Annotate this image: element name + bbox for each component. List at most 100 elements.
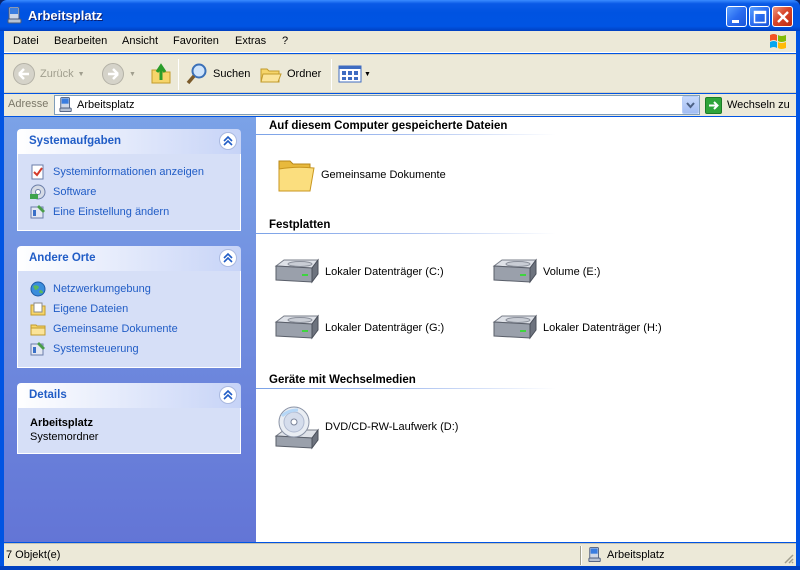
other-places-body: Netzwerkumgebung Eigene Dateien Gemeinsa… — [17, 271, 241, 368]
maximize-button[interactable] — [749, 6, 770, 27]
group-heading-stored-files: Auf diesem Computer gespeicherte Dateien — [269, 120, 508, 132]
group-heading-removable: Geräte mit Wechselmedien — [269, 374, 416, 386]
task-pane: Systemaufgaben Systeminformationen anzei… — [4, 117, 256, 542]
place-label: Gemeinsame Dokumente — [53, 323, 178, 335]
up-button[interactable] — [150, 59, 172, 89]
place-network[interactable]: Netzwerkumgebung — [30, 279, 240, 299]
explorer-window: Arbeitsplatz Datei Bearbeiten Ansicht Fa… — [0, 0, 800, 570]
item-drive-e[interactable]: Volume (E:) — [490, 256, 600, 288]
windows-logo-icon — [770, 34, 786, 49]
network-globe-icon — [30, 281, 46, 297]
other-places-header[interactable]: Andere Orte — [17, 246, 241, 271]
resize-grip-icon[interactable] — [782, 552, 794, 564]
item-label: Lokaler Datenträger (C:) — [325, 266, 444, 278]
hard-drive-icon — [492, 258, 537, 284]
minimize-icon — [732, 20, 739, 23]
maximize-icon — [753, 10, 767, 24]
back-button[interactable]: Zurück ▼ — [12, 59, 85, 89]
close-icon — [777, 11, 789, 23]
status-location-label: Arbeitsplatz — [607, 549, 665, 561]
menu-file[interactable]: Datei — [13, 35, 39, 47]
task-label: Software — [53, 186, 97, 198]
menu-edit[interactable]: Bearbeiten — [54, 35, 107, 47]
item-drive-g[interactable]: Lokaler Datenträger (G:) — [272, 312, 444, 344]
control-panel-icon — [30, 342, 45, 356]
back-dropdown-icon[interactable]: ▼ — [78, 71, 85, 78]
status-object-count: 7 Objekt(e) — [6, 549, 61, 561]
search-button[interactable]: Suchen — [185, 59, 250, 89]
item-drive-h[interactable]: Lokaler Datenträger (H:) — [490, 312, 662, 344]
address-bar: Adresse Arbeitsplatz Wechseln zu — [4, 94, 796, 116]
address-input[interactable]: Arbeitsplatz — [54, 95, 700, 115]
folder-up-icon — [151, 63, 171, 84]
go-label: Wechseln zu — [727, 99, 790, 111]
item-label: Gemeinsame Dokumente — [321, 169, 446, 181]
window-title: Arbeitsplatz — [28, 8, 103, 23]
hard-drive-icon — [492, 314, 537, 340]
item-shared-documents[interactable]: Gemeinsame Dokumente — [276, 155, 446, 195]
views-dropdown-icon[interactable]: ▼ — [364, 71, 371, 78]
views-icon — [338, 65, 362, 83]
item-label: Lokaler Datenträger (H:) — [543, 322, 662, 334]
address-label: Adresse — [8, 98, 49, 110]
collapse-icon[interactable] — [219, 386, 237, 404]
system-info-icon — [31, 164, 44, 180]
address-dropdown-button[interactable] — [682, 96, 699, 114]
place-control-panel[interactable]: Systemsteuerung — [30, 339, 240, 359]
task-change-setting[interactable]: Eine Einstellung ändern — [30, 202, 240, 222]
control-panel-icon — [30, 205, 45, 219]
place-label: Eigene Dateien — [53, 303, 129, 315]
search-icon — [186, 63, 207, 85]
details-panel: Details Arbeitsplatz Systemordner — [17, 383, 241, 454]
toolbar: Zurück ▼ ▼ Suchen Ordner ▼ — [4, 54, 796, 93]
task-system-info[interactable]: Systeminformationen anzeigen — [30, 162, 240, 182]
menu-bar: Datei Bearbeiten Ansicht Favoriten Extra… — [4, 31, 796, 53]
computer-icon — [588, 547, 601, 562]
task-software[interactable]: Software — [30, 182, 240, 202]
close-button[interactable] — [772, 6, 793, 27]
go-arrow-icon — [705, 96, 722, 114]
collapse-icon[interactable] — [219, 249, 237, 267]
menu-tools[interactable]: Extras — [235, 35, 266, 47]
group-heading-hard-disks: Festplatten — [269, 219, 331, 231]
menu-help[interactable]: ? — [282, 35, 288, 47]
task-label: Eine Einstellung ändern — [53, 206, 170, 218]
details-type: Systemordner — [30, 431, 99, 443]
back-arrow-icon — [13, 63, 35, 85]
computer-icon — [59, 97, 72, 112]
place-shared-documents[interactable]: Gemeinsame Dokumente — [30, 319, 240, 339]
software-icon — [30, 184, 46, 200]
forward-dropdown-icon[interactable]: ▼ — [129, 71, 136, 78]
item-drive-c[interactable]: Lokaler Datenträger (C:) — [272, 256, 444, 288]
forward-button[interactable]: ▼ — [101, 59, 136, 89]
minimize-button[interactable] — [726, 6, 747, 27]
computer-icon — [7, 7, 22, 24]
hard-drive-icon — [274, 314, 319, 340]
details-header[interactable]: Details — [17, 383, 241, 408]
details-body: Arbeitsplatz Systemordner — [17, 408, 241, 454]
hard-drive-icon — [274, 258, 319, 284]
status-separator — [580, 546, 582, 565]
place-my-documents[interactable]: Eigene Dateien — [30, 299, 240, 319]
chevron-down-icon — [686, 102, 695, 109]
address-value: Arbeitsplatz — [77, 99, 135, 111]
folders-button[interactable]: Ordner — [259, 59, 321, 89]
item-label: Volume (E:) — [543, 266, 601, 278]
other-places-title: Andere Orte — [29, 252, 96, 264]
folders-icon — [260, 68, 282, 83]
search-label: Suchen — [213, 68, 251, 80]
item-label: Lokaler Datenträger (G:) — [325, 322, 445, 334]
go-button[interactable]: Wechseln zu — [705, 95, 790, 115]
collapse-icon[interactable] — [219, 132, 237, 150]
system-tasks-title: Systemaufgaben — [29, 135, 122, 147]
menu-favorites[interactable]: Favoriten — [173, 35, 219, 47]
menu-view[interactable]: Ansicht — [122, 35, 158, 47]
forward-arrow-icon — [102, 63, 124, 85]
item-dvd-drive[interactable]: DVD/CD-RW-Laufwerk (D:) — [272, 402, 458, 452]
documents-folder-icon — [30, 302, 46, 316]
folders-label: Ordner — [287, 68, 322, 80]
views-button[interactable]: ▼ — [338, 59, 371, 89]
item-label: DVD/CD-RW-Laufwerk (D:) — [325, 421, 459, 433]
system-tasks-header[interactable]: Systemaufgaben — [17, 129, 241, 154]
title-bar[interactable]: Arbeitsplatz — [0, 0, 800, 31]
